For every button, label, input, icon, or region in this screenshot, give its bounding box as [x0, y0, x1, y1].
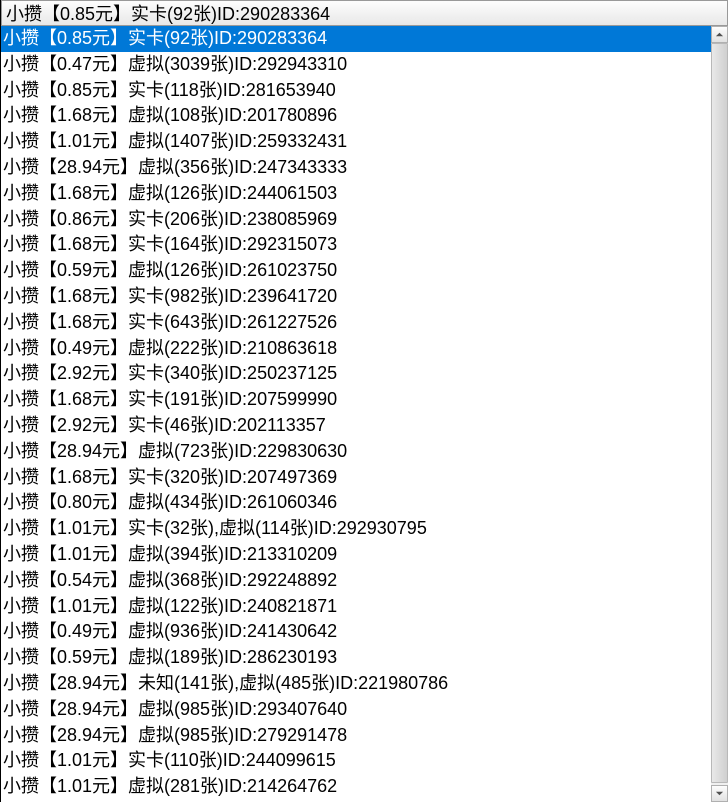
dropdown-option[interactable]: 小攒【28.94元】未知(141张),虚拟(485张)ID:221980786	[1, 671, 711, 697]
dropdown-option[interactable]: 小攒【28.94元】虚拟(356张)ID:247343333	[1, 155, 711, 181]
scroll-track[interactable]	[711, 43, 728, 785]
dropdown-option[interactable]: 小攒【1.01元】实卡(110张)ID:244099615	[1, 748, 711, 774]
scroll-down-button[interactable]	[711, 785, 728, 802]
dropdown-option[interactable]: 小攒【1.68元】虚拟(126张)ID:244061503	[1, 181, 711, 207]
dropdown-panel: 小攒【0.85元】实卡(92张)ID:290283364小攒【0.47元】虚拟(…	[1, 26, 728, 802]
scroll-thumb[interactable]	[711, 43, 728, 783]
dropdown-option[interactable]: 小攒【28.94元】虚拟(985张)ID:293407640	[1, 697, 711, 723]
dropdown-option[interactable]: 小攒【2.92元】实卡(340张)ID:250237125	[1, 361, 711, 387]
chevron-down-icon	[715, 789, 724, 798]
combobox-container: 小攒【0.85元】实卡(92张)ID:290283364小攒【0.47元】虚拟(…	[0, 0, 728, 802]
scroll-up-button[interactable]	[711, 26, 728, 43]
chevron-up-icon	[715, 30, 724, 39]
options-list: 小攒【0.85元】实卡(92张)ID:290283364小攒【0.47元】虚拟(…	[1, 26, 711, 802]
dropdown-option[interactable]: 小攒【1.68元】实卡(982张)ID:239641720	[1, 284, 711, 310]
dropdown-option[interactable]: 小攒【1.68元】实卡(320张)ID:207497369	[1, 465, 711, 491]
dropdown-option[interactable]: 小攒【0.47元】虚拟(3039张)ID:292943310	[1, 52, 711, 78]
dropdown-option[interactable]: 小攒【1.01元】虚拟(1407张)ID:259332431	[1, 129, 711, 155]
dropdown-option[interactable]: 小攒【0.85元】实卡(92张)ID:290283364	[1, 26, 711, 52]
dropdown-option[interactable]: 小攒【0.54元】虚拟(368张)ID:292248892	[1, 568, 711, 594]
dropdown-option[interactable]: 小攒【1.01元】虚拟(394张)ID:213310209	[1, 542, 711, 568]
dropdown-option[interactable]: 小攒【0.49元】虚拟(222张)ID:210863618	[1, 336, 711, 362]
combobox-input[interactable]	[1, 0, 728, 26]
dropdown-option[interactable]: 小攒【28.94元】虚拟(723张)ID:229830630	[1, 439, 711, 465]
dropdown-option[interactable]: 小攒【1.68元】实卡(164张)ID:292315073	[1, 232, 711, 258]
dropdown-option[interactable]: 小攒【1.68元】实卡(643张)ID:261227526	[1, 310, 711, 336]
scrollbar	[711, 26, 728, 802]
dropdown-option[interactable]: 小攒【1.01元】实卡(32张),虚拟(114张)ID:292930795	[1, 516, 711, 542]
dropdown-option[interactable]: 小攒【0.85元】实卡(118张)ID:281653940	[1, 78, 711, 104]
dropdown-option[interactable]: 小攒【0.80元】虚拟(434张)ID:261060346	[1, 490, 711, 516]
dropdown-option[interactable]: 小攒【0.49元】虚拟(936张)ID:241430642	[1, 619, 711, 645]
dropdown-option[interactable]: 小攒【1.01元】虚拟(122张)ID:240821871	[1, 594, 711, 620]
dropdown-option[interactable]: 小攒【0.59元】虚拟(189张)ID:286230193	[1, 645, 711, 671]
dropdown-option[interactable]: 小攒【1.68元】实卡(191张)ID:207599990	[1, 387, 711, 413]
dropdown-option[interactable]: 小攒【1.68元】虚拟(108张)ID:201780896	[1, 103, 711, 129]
dropdown-option[interactable]: 小攒【0.86元】实卡(206张)ID:238085969	[1, 207, 711, 233]
dropdown-option[interactable]: 小攒【1.01元】虚拟(281张)ID:214264762	[1, 774, 711, 800]
dropdown-option[interactable]: 小攒【2.92元】实卡(46张)ID:202113357	[1, 413, 711, 439]
dropdown-option[interactable]: 小攒【28.94元】虚拟(985张)ID:279291478	[1, 723, 711, 749]
dropdown-option[interactable]: 小攒【0.59元】虚拟(126张)ID:261023750	[1, 258, 711, 284]
